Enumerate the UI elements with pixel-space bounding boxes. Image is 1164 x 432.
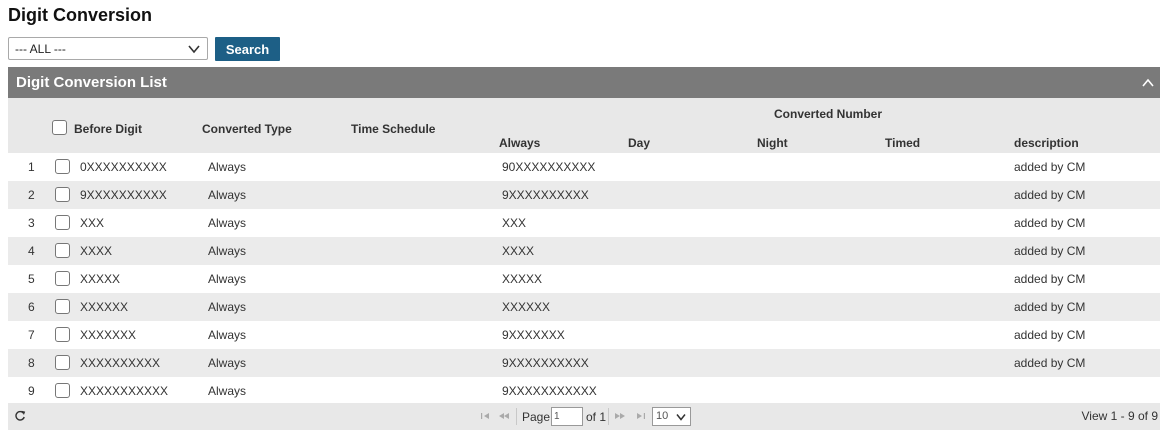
cell-description: added by CM	[1014, 300, 1086, 314]
row-number: 6	[28, 300, 35, 314]
cell-description: added by CM	[1014, 244, 1086, 258]
cell-converted-type: Always	[208, 384, 247, 398]
cell-before-digit: 0XXXXXXXXXX	[80, 160, 167, 174]
page-label: Page	[522, 410, 551, 424]
cell-converted-type: Always	[208, 244, 247, 258]
row-number: 2	[28, 188, 35, 202]
panel-header: Digit Conversion List	[8, 67, 1160, 98]
table-row[interactable]: 7 XXXXXXX Always 9XXXXXXX added by CM	[8, 321, 1160, 349]
row-checkbox[interactable]	[55, 159, 70, 174]
cell-converted-type: Always	[208, 300, 247, 314]
cell-before-digit: XXXX	[80, 244, 113, 258]
col-timed[interactable]: Timed	[885, 136, 920, 150]
cell-always: XXXXX	[502, 272, 543, 286]
page-number-input[interactable]: 1	[551, 407, 583, 426]
cell-always: 9XXXXXXX	[502, 328, 565, 342]
row-checkbox[interactable]	[55, 383, 70, 398]
row-number: 9	[28, 384, 35, 398]
cell-converted-type: Always	[208, 160, 247, 174]
pager: Page 1 of 1 10 View 1 - 9 of 9	[8, 403, 1160, 430]
cell-description: added by CM	[1014, 160, 1086, 174]
cell-description: added by CM	[1014, 356, 1086, 370]
grid-rows: 1 0XXXXXXXXXX Always 90XXXXXXXXXX added by C…	[8, 153, 1160, 405]
panel-title: Digit Conversion List	[16, 74, 167, 91]
table-row[interactable]: 2 9XXXXXXXXXX Always 9XXXXXXXXXX added by CM	[8, 181, 1160, 209]
col-time-schedule[interactable]: Time Schedule	[351, 122, 435, 136]
row-number: 7	[28, 328, 35, 342]
cell-before-digit: XXXXXXXXXX	[80, 356, 161, 370]
col-description[interactable]: description	[1014, 136, 1079, 150]
row-checkbox[interactable]	[55, 327, 70, 342]
col-before-digit[interactable]: Before Digit	[74, 122, 142, 136]
page-size-select[interactable]: 10	[652, 407, 691, 426]
cell-before-digit: XXXXXXX	[80, 328, 137, 342]
col-converted-type[interactable]: Converted Type	[202, 122, 292, 136]
cell-always: 9XXXXXXXXXXX	[502, 384, 597, 398]
cell-converted-type: Always	[208, 188, 247, 202]
cell-before-digit: XXXXXX	[80, 300, 129, 314]
next-page-icon[interactable]	[614, 411, 626, 421]
table-row[interactable]: 1 0XXXXXXXXXX Always 90XXXXXXXXXX added by C…	[8, 153, 1160, 181]
table-row[interactable]: 4 XXXX Always XXXX added by CM	[8, 237, 1160, 265]
refresh-icon[interactable]	[14, 410, 26, 422]
cell-always: XXX	[502, 216, 527, 230]
cell-always: XXXX	[502, 244, 535, 258]
filter-select-value: --- ALL ---	[15, 41, 66, 56]
table-row[interactable]: 9 XXXXXXXXXXX Always 9XXXXXXXXXXX	[8, 377, 1160, 405]
table-row[interactable]: 5 XXXXX Always XXXXX added by CM	[8, 265, 1160, 293]
col-converted-number: Converted Number	[774, 107, 883, 121]
digit-conversion-panel: Digit Conversion List Before Digit Conve…	[8, 67, 1160, 430]
table-row[interactable]: 8 XXXXXXXXXX Always 9XXXXXXXXXX added by CM	[8, 349, 1160, 377]
page-size-value: 10	[656, 410, 669, 422]
grid-header: Before Digit Converted Type Time Schedul…	[8, 98, 1160, 153]
page-title: Digit Conversion	[8, 5, 153, 25]
col-night[interactable]: Night	[757, 136, 788, 150]
cell-converted-type: Always	[208, 272, 247, 286]
cell-always: XXXXXX	[502, 300, 551, 314]
table-row[interactable]: 6 XXXXXX Always XXXXXX added by CM	[8, 293, 1160, 321]
row-number: 1	[28, 160, 35, 174]
chevron-down-icon	[676, 414, 686, 421]
select-all-checkbox[interactable]	[52, 120, 67, 135]
cell-converted-type: Always	[208, 356, 247, 370]
cell-converted-type: Always	[208, 216, 247, 230]
cell-before-digit: XXX	[80, 216, 105, 230]
first-page-icon[interactable]	[480, 411, 492, 421]
row-checkbox[interactable]	[55, 215, 70, 230]
cell-always: 90XXXXXXXXXX	[502, 160, 596, 174]
search-button[interactable]: Search	[215, 37, 280, 61]
row-checkbox[interactable]	[55, 271, 70, 286]
row-checkbox[interactable]	[55, 355, 70, 370]
row-number: 8	[28, 356, 35, 370]
cell-description: added by CM	[1014, 328, 1086, 342]
chevron-up-icon[interactable]	[1142, 78, 1154, 87]
table-row[interactable]: 3 XXX Always XXX added by CM	[8, 209, 1160, 237]
col-always[interactable]: Always	[499, 136, 540, 150]
row-number: 5	[28, 272, 35, 286]
row-checkbox[interactable]	[55, 243, 70, 258]
cell-converted-type: Always	[208, 328, 247, 342]
col-day[interactable]: Day	[628, 136, 650, 150]
row-number: 3	[28, 216, 35, 230]
last-page-icon[interactable]	[634, 411, 646, 421]
cell-before-digit: XXXXXXXXXXX	[80, 384, 169, 398]
cell-always: 9XXXXXXXXXX	[502, 188, 589, 202]
chevron-down-icon	[188, 45, 200, 54]
prev-page-icon[interactable]	[498, 411, 510, 421]
cell-description: added by CM	[1014, 272, 1086, 286]
page-of-label: of 1	[586, 410, 607, 424]
view-range-text: View 1 - 9 of 9	[1081, 409, 1159, 423]
cell-before-digit: XXXXX	[80, 272, 121, 286]
row-number: 4	[28, 244, 35, 258]
cell-always: 9XXXXXXXXXX	[502, 356, 589, 370]
filter-select[interactable]: --- ALL ---	[8, 37, 208, 60]
cell-before-digit: 9XXXXXXXXXX	[80, 188, 167, 202]
row-checkbox[interactable]	[55, 187, 70, 202]
cell-description: added by CM	[1014, 188, 1086, 202]
row-checkbox[interactable]	[55, 299, 70, 314]
cell-description: added by CM	[1014, 216, 1086, 230]
